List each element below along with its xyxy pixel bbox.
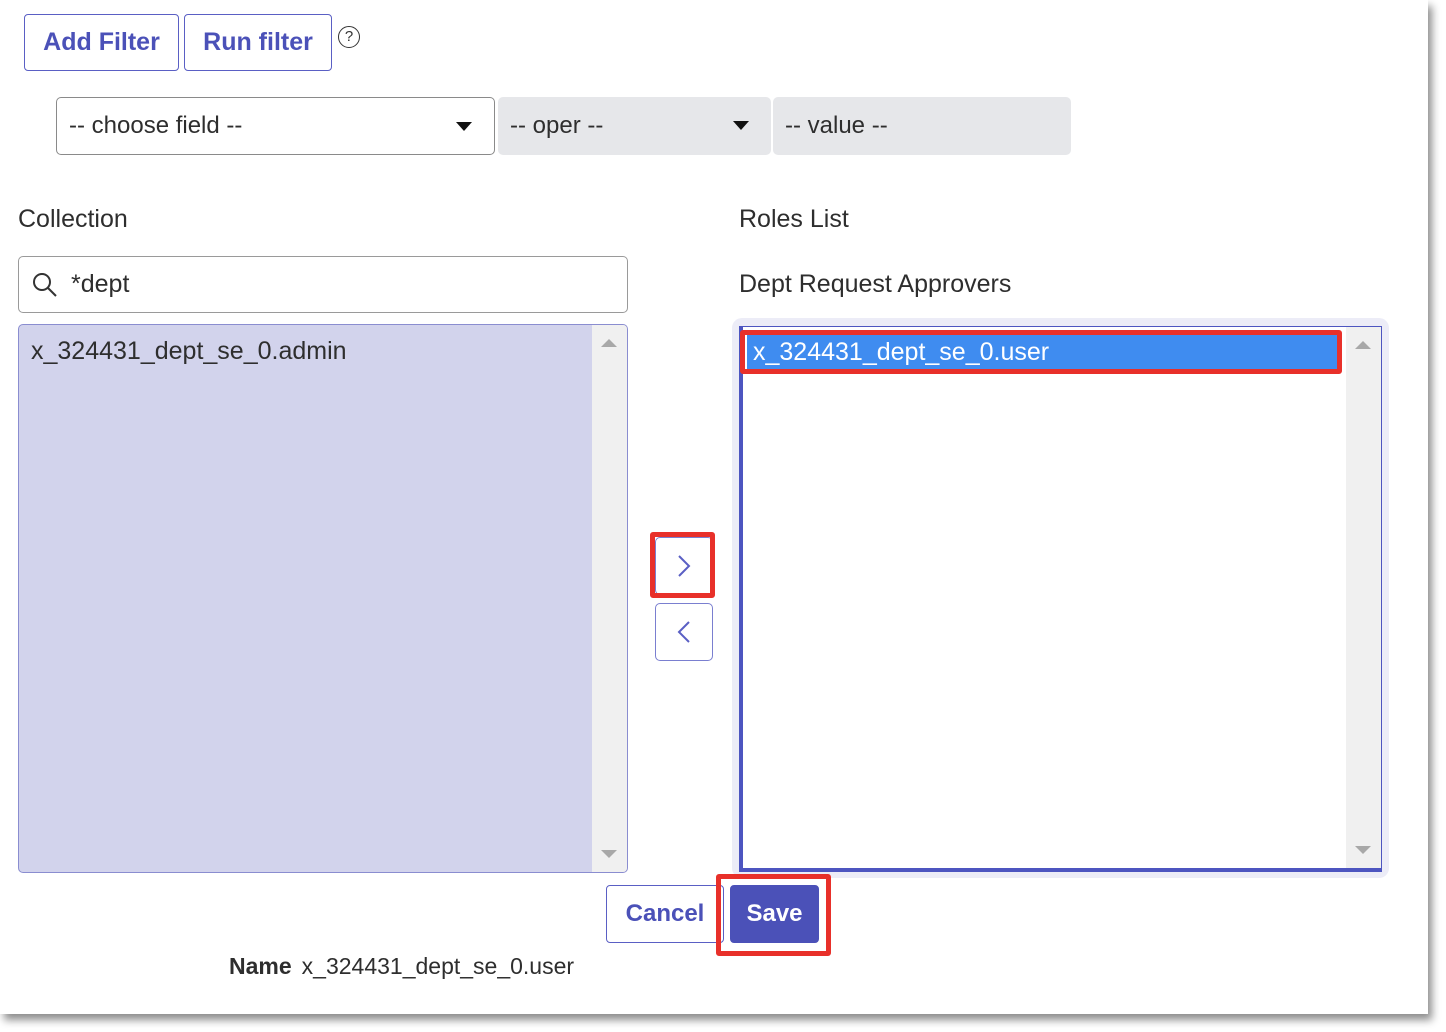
choose-field-value: -- choose field -- [69,112,243,139]
caret-down-icon [733,121,749,130]
cancel-button[interactable]: Cancel [606,885,724,943]
scroll-up-icon[interactable] [601,339,617,347]
roles-group-label: Dept Request Approvers [739,270,1012,298]
move-right-button[interactable] [655,537,713,595]
move-left-button[interactable] [655,603,713,661]
name-value: x_324431_dept_se_0.user [301,953,575,979]
caret-down-icon [456,122,472,131]
collection-scrollbar[interactable] [592,325,627,872]
value-input[interactable]: -- value -- [773,97,1071,155]
roles-list-label: Roles List [739,205,849,233]
search-icon [33,272,57,297]
roles-scrollbar[interactable] [1346,327,1381,868]
slushbucket-panel: Add Filter Run filter ? -- choose field … [0,0,1428,1014]
collection-listbox[interactable]: x_324431_dept_se_0.admin [18,324,628,873]
value-placeholder: -- value -- [785,112,888,139]
operator-select[interactable]: -- oper -- [498,97,771,155]
collection-list-item[interactable]: x_324431_dept_se_0.admin [31,337,347,366]
add-filter-button[interactable]: Add Filter [24,14,179,71]
run-filter-button[interactable]: Run filter [184,14,332,71]
choose-field-select[interactable]: -- choose field -- [56,97,495,155]
name-row: Name x_324431_dept_se_0.user [229,953,574,980]
question-circle-icon[interactable]: ? [338,26,360,48]
roles-list-item-selected[interactable]: x_324431_dept_se_0.user [747,335,1339,369]
roles-listbox[interactable]: x_324431_dept_se_0.user [739,326,1382,872]
chevron-left-icon [677,621,690,643]
operator-value: -- oper -- [510,112,604,139]
scroll-up-icon[interactable] [1355,341,1371,349]
name-label: Name [229,953,292,979]
collection-search-input[interactable]: *dept [18,256,628,313]
collection-label: Collection [18,205,128,233]
chevron-right-icon [678,555,691,577]
search-value: *dept [71,270,130,298]
scroll-down-icon[interactable] [601,850,617,858]
scroll-down-icon[interactable] [1355,846,1371,854]
save-button[interactable]: Save [730,885,819,943]
